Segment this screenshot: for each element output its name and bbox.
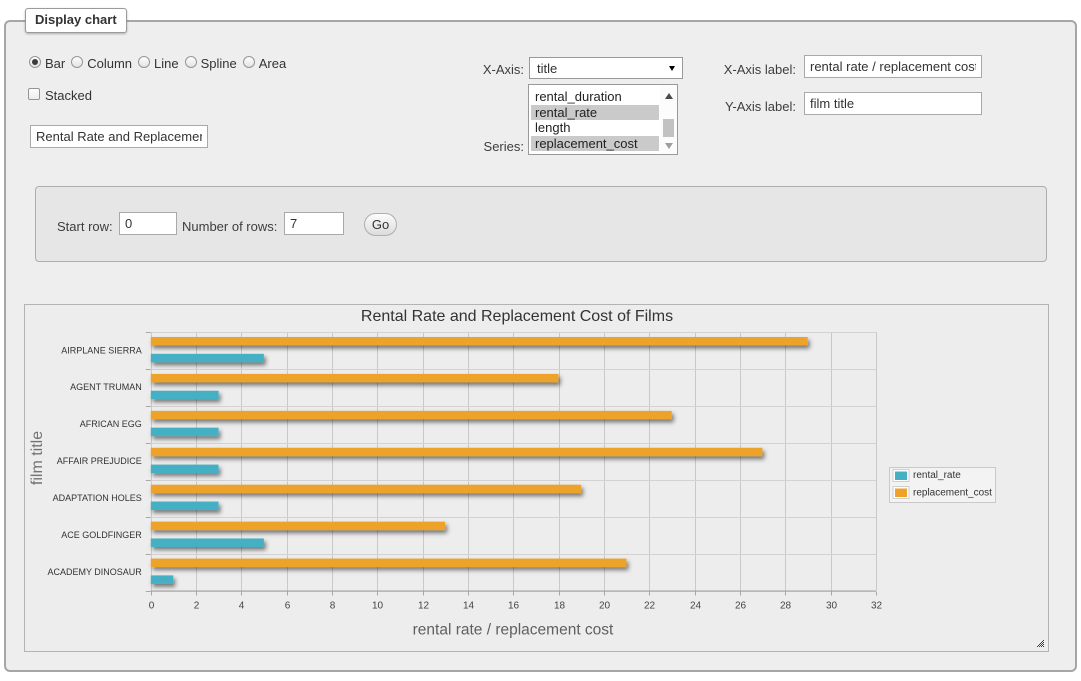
svg-text:12: 12 [418, 601, 430, 612]
svg-text:30: 30 [826, 601, 838, 612]
svg-text:ACADEMY DINOSAUR: ACADEMY DINOSAUR [47, 567, 142, 577]
svg-text:6: 6 [285, 601, 291, 612]
svg-text:2: 2 [194, 601, 200, 612]
svg-text:10: 10 [372, 601, 384, 612]
svg-text:rental rate / replacement cost: rental rate / replacement cost [413, 622, 614, 639]
svg-text:28: 28 [780, 601, 792, 612]
svg-text:0: 0 [149, 601, 155, 612]
svg-text:film title: film title [29, 431, 46, 485]
svg-text:18: 18 [554, 601, 566, 612]
svg-text:14: 14 [463, 601, 475, 612]
svg-text:Rental Rate and Replacement Co: Rental Rate and Replacement Cost of Film… [361, 308, 673, 325]
svg-text:ACE GOLDFINGER: ACE GOLDFINGER [61, 530, 142, 540]
svg-text:4: 4 [239, 601, 245, 612]
svg-text:AIRPLANE SIERRA: AIRPLANE SIERRA [61, 345, 142, 355]
svg-text:32: 32 [871, 601, 883, 612]
svg-text:24: 24 [690, 601, 702, 612]
svg-text:22: 22 [644, 601, 656, 612]
svg-text:replacement_cost: replacement_cost [913, 487, 992, 498]
svg-text:26: 26 [735, 601, 747, 612]
svg-text:20: 20 [599, 601, 611, 612]
svg-text:16: 16 [508, 601, 520, 612]
svg-text:AFFAIR PREJUDICE: AFFAIR PREJUDICE [57, 456, 142, 466]
svg-text:8: 8 [330, 601, 336, 612]
svg-text:AFRICAN EGG: AFRICAN EGG [80, 419, 142, 429]
svg-text:rental_rate: rental_rate [913, 470, 961, 481]
svg-text:ADAPTATION HOLES: ADAPTATION HOLES [53, 493, 142, 503]
svg-text:AGENT TRUMAN: AGENT TRUMAN [70, 382, 142, 392]
